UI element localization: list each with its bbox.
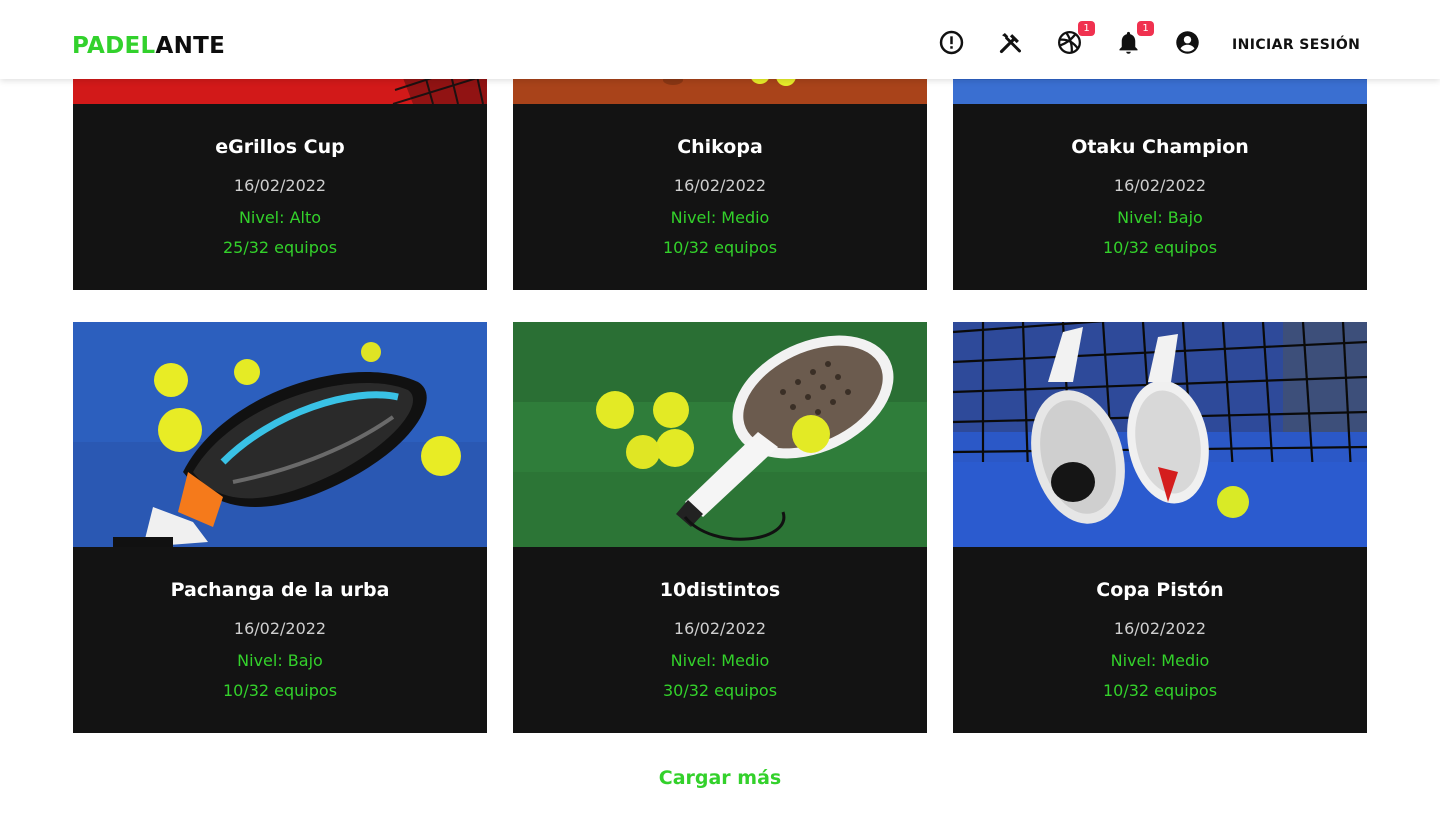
login-button[interactable]: INICIAR SESIÓN (1232, 36, 1360, 54)
card-body: Pachanga de la urba 16/02/2022 Nivel: Ba… (73, 547, 487, 733)
account-circle-icon (1174, 29, 1201, 60)
tournament-title: eGrillos Cup (215, 136, 345, 158)
tournament-level: Nivel: Medio (670, 651, 770, 670)
alert-button[interactable] (934, 27, 968, 61)
tournament-title: Otaku Champion (1071, 136, 1249, 158)
tournament-image (953, 322, 1367, 547)
card-body: Copa Pistón 16/02/2022 Nivel: Medio 10/3… (953, 547, 1367, 733)
tournament-date: 16/02/2022 (1113, 619, 1207, 638)
tournament-level: Nivel: Medio (670, 208, 770, 227)
tournament-date: 16/02/2022 (233, 619, 327, 638)
tournament-teams: 10/32 equipos (1102, 681, 1218, 700)
notification-badge: 1 (1078, 21, 1095, 36)
tournament-date: 16/02/2022 (673, 619, 767, 638)
card-body: Otaku Champion 16/02/2022 Nivel: Bajo 10… (953, 104, 1367, 290)
tournaments-button[interactable]: 1 (1052, 21, 1095, 61)
logo-text-ante: ANTE (155, 33, 226, 59)
tournament-card[interactable]: 10distintos 16/02/2022 Nivel: Medio 30/3… (513, 322, 927, 733)
tournament-title: Chikopa (677, 136, 763, 158)
tournament-teams: 10/32 equipos (1102, 238, 1218, 257)
tournament-level: Nivel: Bajo (237, 651, 323, 670)
brand-logo[interactable]: PADELANTE (72, 32, 225, 60)
tournament-teams: 10/32 equipos (222, 681, 338, 700)
load-more-button[interactable]: Cargar más (0, 766, 1440, 790)
card-body: 10distintos 16/02/2022 Nivel: Medio 30/3… (513, 547, 927, 733)
tournament-date: 16/02/2022 (1113, 176, 1207, 195)
tournament-level: Nivel: Alto (238, 208, 322, 227)
logo-text-padel: PADEL (72, 33, 156, 59)
tools-icon (997, 29, 1024, 60)
account-button[interactable] (1170, 27, 1204, 61)
alert-circle-icon (938, 29, 965, 60)
tournament-title: Pachanga de la urba (170, 579, 390, 601)
tournament-date: 16/02/2022 (673, 176, 767, 195)
tournament-teams: 10/32 equipos (662, 238, 778, 257)
card-body: eGrillos Cup 16/02/2022 Nivel: Alto 25/3… (73, 104, 487, 290)
tournament-image (513, 322, 927, 547)
card-body: Chikopa 16/02/2022 Nivel: Medio 10/32 eq… (513, 104, 927, 290)
tournament-card[interactable]: Copa Pistón 16/02/2022 Nivel: Medio 10/3… (953, 322, 1367, 733)
tournament-teams: 25/32 equipos (222, 238, 338, 257)
notifications-button[interactable]: 1 (1111, 21, 1154, 61)
tournament-date: 16/02/2022 (233, 176, 327, 195)
tournament-card[interactable]: Pachanga de la urba 16/02/2022 Nivel: Ba… (73, 322, 487, 733)
top-navbar: PADELANTE 1 1 INICIAR SESIÓN (0, 0, 1440, 79)
notification-badge: 1 (1137, 21, 1154, 36)
tournament-title: Copa Pistón (1096, 579, 1224, 601)
tournament-image (73, 322, 487, 547)
tournament-teams: 30/32 equipos (662, 681, 778, 700)
tournament-level: Nivel: Bajo (1117, 208, 1203, 227)
tools-button[interactable] (993, 27, 1027, 61)
tournament-level: Nivel: Medio (1110, 651, 1210, 670)
tournament-title: 10distintos (659, 579, 781, 601)
